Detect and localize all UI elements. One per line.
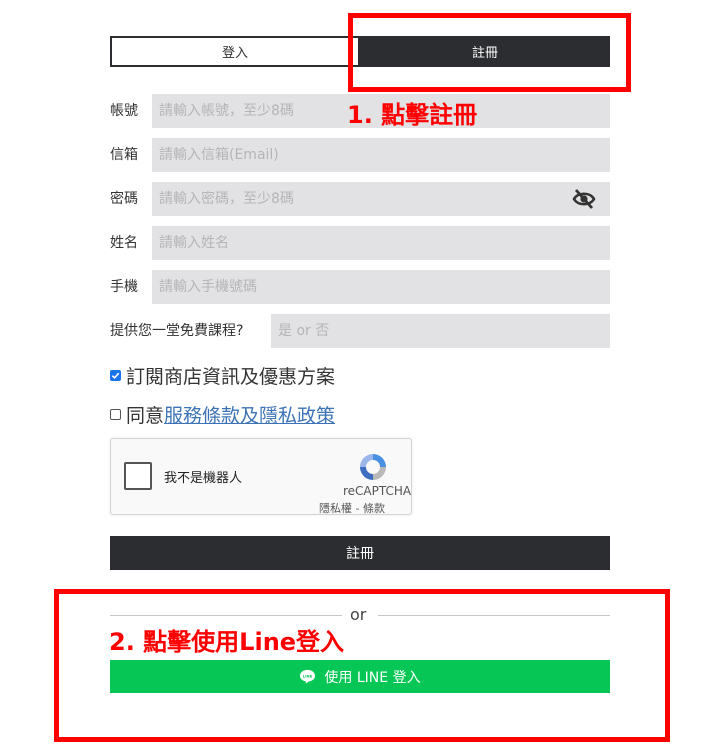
tab-login[interactable]: 登入	[110, 36, 360, 67]
agree-row[interactable]: 同意 服務條款及隱私政策	[110, 401, 335, 428]
email-label: 信箱	[110, 147, 138, 163]
agree-checkbox[interactable]	[110, 408, 121, 420]
register-submit-button[interactable]: 註冊	[110, 536, 610, 570]
agree-prefix: 同意	[126, 404, 165, 427]
recaptcha-brand: reCAPTCHA	[343, 484, 412, 498]
phone-input[interactable]	[152, 270, 610, 304]
subscribe-row[interactable]: 訂閱商店資訊及優惠方案	[110, 363, 336, 388]
check-icon	[111, 372, 120, 379]
recaptcha-privacy-terms[interactable]: 隱私權 - 條款	[319, 500, 385, 514]
eye-off-icon[interactable]	[572, 188, 596, 210]
password-row: 密碼	[110, 182, 610, 216]
name-row: 姓名	[110, 226, 610, 260]
annotation-step1: 1. 點擊註冊	[347, 101, 478, 129]
terms-link[interactable]: 服務條款及隱私政策	[164, 401, 335, 428]
name-label: 姓名	[110, 235, 138, 251]
free-course-label: 提供您一堂免費課程?	[110, 323, 244, 339]
name-input[interactable]	[152, 226, 610, 260]
register-submit-label: 註冊	[346, 546, 374, 562]
phone-row: 手機	[110, 270, 610, 304]
free-course-row: 提供您一堂免費課程?	[110, 314, 610, 348]
recaptcha-checkbox[interactable]	[124, 462, 152, 490]
subscribe-checkbox[interactable]	[110, 369, 121, 381]
recaptcha-logo-icon	[360, 454, 386, 480]
free-course-input[interactable]	[271, 314, 610, 348]
recaptcha-widget: 我不是機器人 reCAPTCHA 隱私權 - 條款	[110, 438, 412, 515]
annotation-box-register	[348, 13, 631, 92]
subscribe-label: 訂閱商店資訊及優惠方案	[126, 365, 336, 388]
email-input[interactable]	[152, 138, 610, 172]
email-row: 信箱	[110, 138, 610, 172]
password-label: 密碼	[110, 191, 138, 207]
annotation-box-line	[54, 589, 670, 742]
phone-label: 手機	[110, 279, 138, 295]
password-input[interactable]	[152, 182, 610, 216]
recaptcha-label: 我不是機器人	[164, 471, 243, 486]
account-label: 帳號	[110, 103, 138, 119]
annotation-step2: 2. 點擊使用Line登入	[109, 628, 345, 656]
tab-login-label: 登入	[221, 46, 248, 61]
